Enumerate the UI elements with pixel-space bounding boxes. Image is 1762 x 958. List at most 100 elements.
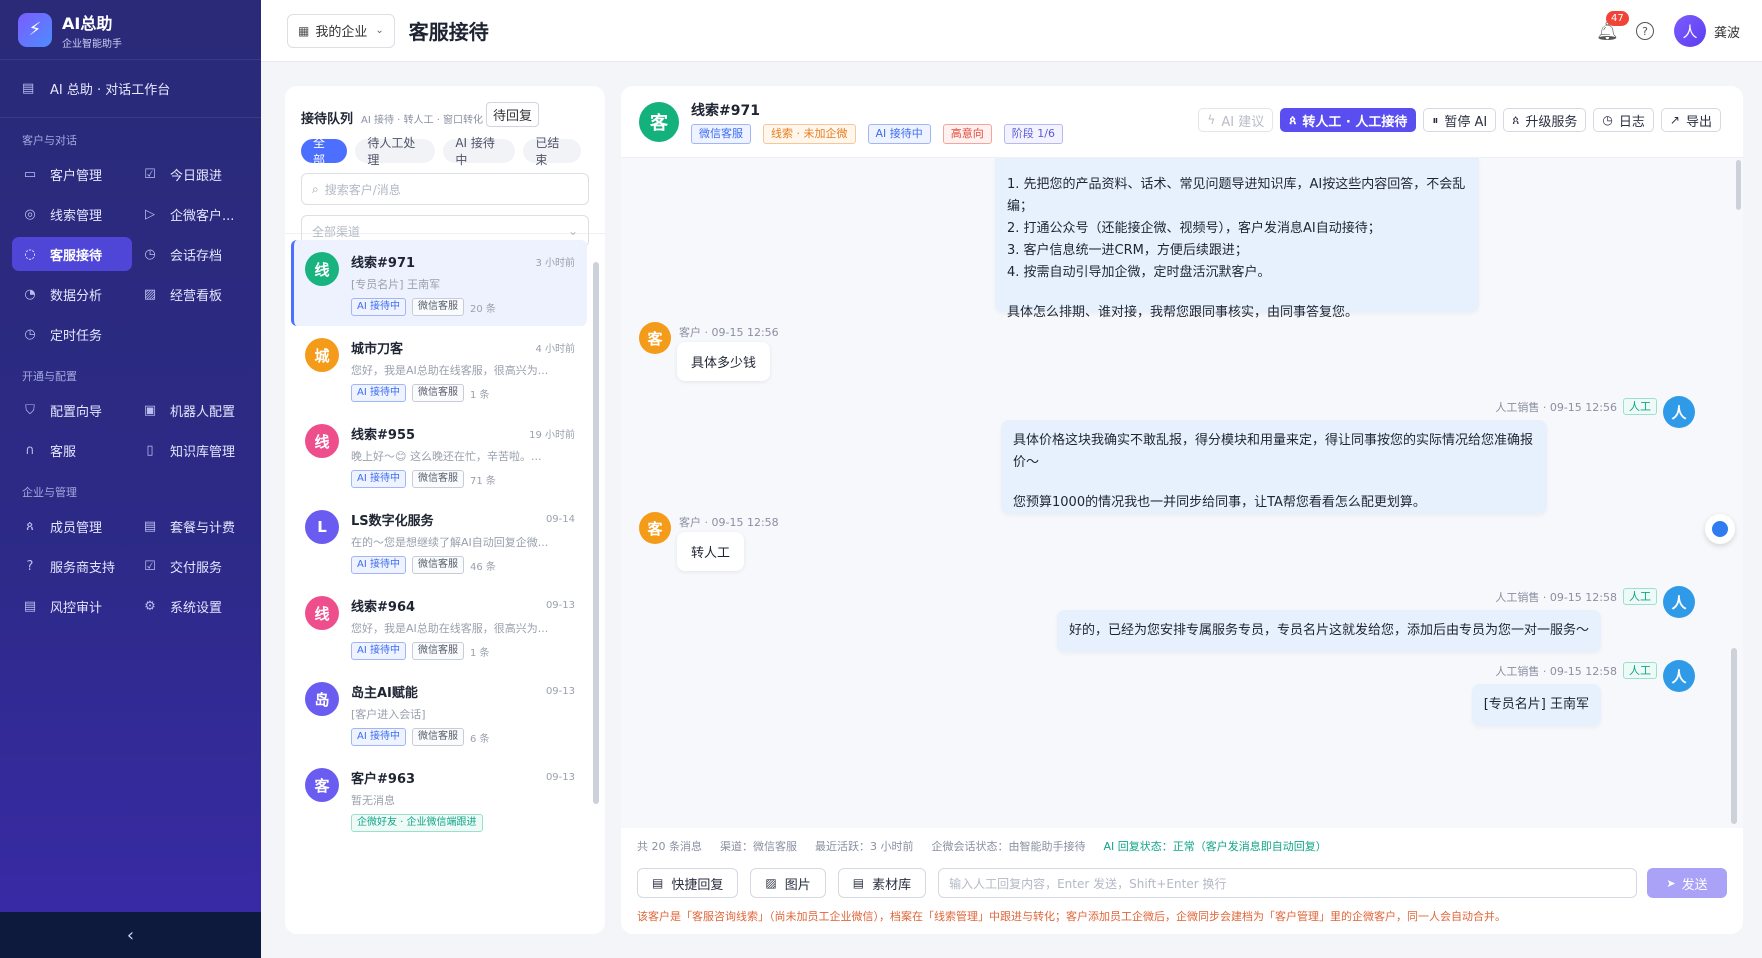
list-item[interactable]: L LS数字化服务 09-14 在的～您是想继续了解AI自动回复企微... AI … [291,498,587,584]
composer-tool-button[interactable]: ▨ 图片 [750,868,826,898]
sidebar-item[interactable]: ◷ 会话存档 [132,237,252,271]
chat-actions: ϟ AI 建议 ጰ 转人工 · 人工接待 ⏸ 暂停 AI ጰ 升级服务 ◷ 日志 ↗ 导出 [1191,108,1721,132]
topbar: ▦ 我的企业 ⌄ 客服接待 🔔︎ 47 ? 人 龚波 [261,0,1762,62]
message-count: 1 条 [469,389,490,401]
status-badge: 微信客服 [411,642,464,660]
list-item[interactable]: 线 线索#955 19 小时前 晚上好～😊 这么晚还在忙，辛苦啦。... AI 接… [291,412,587,498]
list-item-body: LS数字化服务 09-14 在的～您是想继续了解AI自动回复企微... AI 接待… [351,510,575,584]
customer-name: 线索#964 [351,600,416,615]
customer-name: 客户#963 [351,772,416,787]
queue-tab[interactable]: 全部 [301,136,348,167]
sidebar-item-label: 交付服务 [170,560,223,576]
chat-action-label: 导出 [1685,114,1712,130]
sidebar-item[interactable]: ▤ 风控审计 [12,589,132,623]
export-icon: ↗ [1669,113,1680,127]
message-scrollbar-top[interactable] [1736,160,1741,210]
sidebar-item[interactable]: ⚙ 系统设置 [132,589,252,623]
list-item-tags: AI 接待中 微信客服 20 条 [351,298,575,316]
chat-action-button[interactable]: ጰ 升级服务 [1503,108,1587,132]
sidebar-item[interactable]: ▨ 经营看板 [132,277,252,311]
enterprise-select[interactable]: ▦ 我的企业 ⌄ [287,13,395,48]
composer-tool-label: 图片 [784,877,811,893]
collapse-sidebar-button[interactable]: ‹ [0,912,261,958]
send-button[interactable]: ➤ 发送 [1647,868,1727,898]
sidebar-item-label: 客户管理 [50,168,103,184]
list-item-body: 线索#964 09-13 您好，我是AI总助在线客服，很高兴为... AI 接待中… [351,596,575,670]
chat-action-button[interactable]: ↗ 导出 [1660,108,1721,132]
search-input[interactable]: ⌕ 搜索客户/消息 [301,173,589,205]
sidebar-item[interactable]: ☑ 交付服务 [132,549,252,583]
sidebar-item[interactable]: ▤ 套餐与计费 [132,509,252,543]
human-tag: 人工 [1623,398,1657,415]
message-lines: 1. 先把您的产品资料、话术、常见问题导进知识库，AI按这些内容回答，不会乱编；… [1007,174,1467,324]
brand-name: AI总助 [62,13,113,33]
sidebar-item[interactable]: ጰ 成员管理 [12,509,132,543]
bell-icon[interactable]: 🔔︎ 47 [1596,10,1629,42]
message-meta-text: 人工销售 · 09-15 12:56 [1495,400,1617,414]
nav-workbench[interactable]: ▤ AI 总助 · 对话工作台 [0,60,261,118]
status-total: 共 20 条消息 [637,840,702,853]
sidebar-item[interactable]: ☑ 今日跟进 [132,157,252,191]
assistant-float-button[interactable] [1705,514,1735,544]
chat-action-button[interactable]: ϟ AI 建议 [1198,108,1274,132]
avatar: 客 [639,101,679,142]
sidebar-item[interactable]: ? 服务商支持 [12,549,132,583]
avatar[interactable]: 人 [1673,15,1706,47]
lightning-icon: ϟ [1207,113,1216,127]
queue-list: 线 线索#971 3 小时前 [专员名片] 王南军 AI 接待中 微信客服 20 条城… [291,240,587,934]
list-item[interactable]: 城 城市刀客 4 小时前 您好，我是AI总助在线客服，很高兴为... AI 接待中… [291,326,587,412]
list-item-tags: AI 接待中 微信客服 46 条 [351,556,575,574]
message-bubble-agent: 好的，已经为您安排专属服务专员，专员名片这就发给您，添加后由专员为您一对一服务～ [1056,610,1601,652]
chat-icon: ◌ [24,246,36,262]
human-tag: 人工 [1623,588,1657,605]
chat-action-button[interactable]: ⏸ 暂停 AI [1423,108,1497,132]
queue-tab[interactable]: 待人工处理 [355,136,436,167]
brand[interactable]: ⚡ AI总助 企业智能助手 [0,0,261,60]
sidebar-item[interactable]: ▯ 知识库管理 [132,433,252,467]
list-item-body: 线索#971 3 小时前 [专员名片] 王南军 AI 接待中 微信客服 20 条 [351,252,575,326]
list-item[interactable]: 线 线索#971 3 小时前 [专员名片] 王南军 AI 接待中 微信客服 20 条 [291,240,587,326]
pending-reply-label[interactable]: 待回复 [486,102,540,127]
chat-action-button[interactable]: ◷ 日志 [1593,108,1654,132]
sidebar-item[interactable]: ◎ 线索管理 [12,197,132,231]
composer: ▤ 快捷回复 ▨ 图片 ▤ 素材库 输入人工回复内容，Enter 发送，Shift+Ent… [637,868,1727,898]
queue-tab[interactable]: AI 接待中 [443,136,516,167]
sidebar-item[interactable]: ▣ 机器人配置 [132,393,252,427]
sidebar-item[interactable]: ▷ 企微客户... [132,197,252,231]
nav-section-grid: ▭ 客户管理 ☑ 今日跟进 ◎ 线索管理 ▷ 企微客户... ◌ 客服接待 ◷ 会话存档 ◔ 数据分析 ▨ 经… [0,154,261,354]
message-meta-text: 人工销售 · 09-15 12:58 [1495,590,1617,604]
sidebar-item[interactable]: ▭ 客户管理 [12,157,132,191]
composer-tool-button[interactable]: ▤ 素材库 [837,868,927,898]
sidebar-item[interactable]: ◔ 数据分析 [12,277,132,311]
timestamp: 09-13 [545,600,575,611]
sidebar-item[interactable]: ⛉ 配置向导 [12,393,132,427]
user-name[interactable]: 龚波 [1714,22,1740,41]
message-preview: 在的～您是想继续了解AI自动回复企微... [351,536,549,549]
reply-input[interactable]: 输入人工回复内容，Enter 发送，Shift+Enter 换行 [938,868,1637,898]
sidebar-item[interactable]: ◌ 客服接待 [12,237,132,271]
list-item[interactable]: 客 客户#963 09-13 暂无消息 企微好友 · 企业微信端跟进 [291,756,587,842]
message-meta: 人工销售 · 09-15 12:58 人工 [1495,662,1657,679]
queue-scrollbar[interactable] [593,262,599,804]
timestamp: 09-14 [545,514,575,525]
chat-action-button[interactable]: ጰ 转人工 · 人工接待 [1280,108,1417,132]
queue-tab[interactable]: 已结束 [523,136,581,167]
nav-container: 客户与对话 ▭ 客户管理 ☑ 今日跟进 ◎ 线索管理 ▷ 企微客户... ◌ 客服接待 ◷ 会话存档 ◔ 数… [0,118,261,626]
list-item[interactable]: 线 线索#964 09-13 您好，我是AI总助在线客服，很高兴为... AI 接… [291,584,587,670]
sidebar-item[interactable]: ◷ 定时任务 [12,317,132,351]
chat-action-label: AI 建议 [1221,114,1265,130]
sidebar-item-label: 客服接待 [50,248,103,264]
message-scrollbar[interactable] [1731,648,1737,824]
list-item-body: 岛主AI赋能 09-13 [客户进入会话] AI 接待中 微信客服 6 条 [351,682,575,756]
chat-header: 客 线索#971 微信客服 线索 · 未加企微 AI 接待中 高意向 阶段 1/6 ϟA… [621,86,1743,158]
list-item[interactable]: 岛 岛主AI赋能 09-13 [客户进入会话] AI 接待中 微信客服 6 条 [291,670,587,756]
nav-section-grid: ⛉ 配置向导 ▣ 机器人配置 ∩ 客服 ▯ 知识库管理 [0,390,261,470]
history-icon: ◷ [1602,113,1613,127]
composer-tool-button[interactable]: ▤ 快捷回复 [637,868,739,898]
status-badge: AI 接待中 [867,123,931,144]
message-line: 3. 客户信息统一进CRM，方便后续跟进； [1007,243,1248,258]
timestamp: 09-13 [545,772,575,783]
help-icon[interactable]: ? [1635,22,1654,40]
sidebar-item[interactable]: ∩ 客服 [12,433,132,467]
status-badge: 企微好友 · 企业微信端跟进 [351,814,483,832]
